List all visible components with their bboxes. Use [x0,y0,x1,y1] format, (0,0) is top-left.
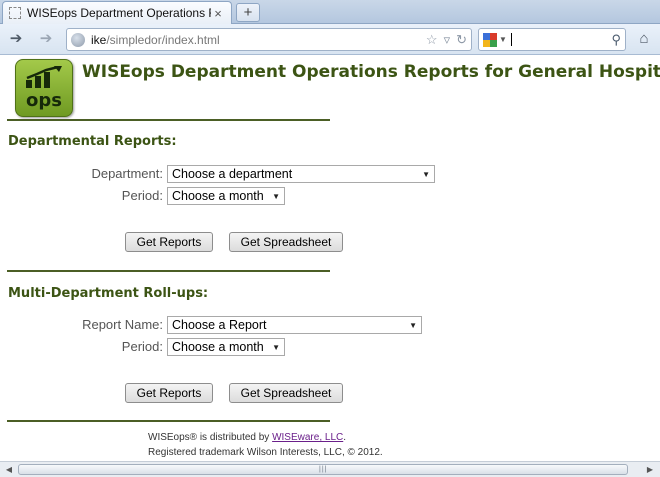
magnifier-icon[interactable]: ⚲ [611,32,621,48]
department-select[interactable]: Choose a department ▼ [167,165,435,183]
tab-close-icon[interactable]: × [211,6,225,21]
period-select-value: Choose a month [172,189,264,203]
new-tab-button[interactable]: + [236,3,260,22]
rollup-get-spreadsheet-button[interactable]: Get Spreadsheet [229,383,343,403]
bookmark-star-icon[interactable]: ☆ [426,32,438,48]
scroll-grip-icon: ||| [319,466,328,473]
scroll-left-icon[interactable]: ◀ [3,464,15,476]
get-spreadsheet-button[interactable]: Get Spreadsheet [229,232,343,252]
scrollbar-thumb[interactable]: ||| [18,464,628,475]
period-select[interactable]: Choose a month ▼ [167,187,285,205]
url-text: ike/simpledor/index.html [91,33,426,47]
wiseops-logo: ops [15,59,73,117]
navigation-toolbar: ➔ ➔ ike/simpledor/index.html ☆ ▿ ↻ ▼ ⚲ ⌂ [0,24,660,55]
divider [7,119,330,121]
chevron-down-icon: ▼ [272,342,280,352]
multi-department-rollups-heading: Multi-Department Roll-ups: [8,286,209,301]
url-path: /simpledor/index.html [106,32,220,47]
reload-icon[interactable]: ↻ [456,32,467,48]
rollup-period-label: Period: [121,339,163,354]
browser-tab[interactable]: WISEops Department Operations Reports × [2,1,232,24]
rollup-period-select[interactable]: Choose a month ▼ [167,338,285,356]
home-icon[interactable]: ⌂ [634,29,654,49]
back-arrow-icon[interactable]: ➔ [6,29,26,49]
footer-suffix: . [343,432,347,443]
tab-title: WISEops Department Operations Reports [27,6,211,20]
department-label: Department: [91,166,163,181]
horizontal-scrollbar[interactable]: ◀ ||| ▶ [0,461,660,477]
rollup-get-reports-button[interactable]: Get Reports [125,383,213,403]
search-engine-dropdown-icon[interactable]: ▼ [499,35,507,44]
rollup-period-select-value: Choose a month [172,340,264,354]
site-identity-icon[interactable] [71,32,85,47]
period-label: Period: [121,188,163,203]
footer-distribution: WISEops® is distributed by WISEware, LLC… [148,432,346,443]
url-host: ike [91,32,107,47]
footer-prefix: WISEops® is distributed by [148,432,273,443]
page-favicon-icon [9,7,21,19]
report-name-select[interactable]: Choose a Report ▼ [167,316,422,334]
tab-strip: WISEops Department Operations Reports × … [0,0,660,24]
wiseware-link[interactable]: WISEware, LLC [272,432,343,443]
address-bar[interactable]: ike/simpledor/index.html ☆ ▿ ↻ [66,28,472,51]
report-name-label: Report Name: [82,317,163,332]
chevron-down-icon: ▼ [422,169,430,179]
divider [7,420,330,422]
footer-trademark: Registered trademark Wilson Interests, L… [148,447,383,458]
chevron-down-icon: ▼ [272,191,280,201]
search-engine-icon[interactable] [483,32,497,47]
forward-arrow-icon[interactable]: ➔ [36,29,56,49]
chevron-down-icon: ▼ [409,320,417,330]
divider [7,270,330,272]
url-dropdown-icon[interactable]: ▿ [444,32,451,48]
scroll-right-icon[interactable]: ▶ [644,464,656,476]
search-caret [510,33,512,46]
page-content: ops WISEops Department Operations Report… [0,56,660,461]
get-reports-button[interactable]: Get Reports [125,232,213,252]
url-actions: ☆ ▿ ↻ [426,32,467,48]
bar-chart-icon [26,66,62,88]
page-title: WISEops Department Operations Reports fo… [82,62,660,82]
departmental-reports-heading: Departmental Reports: [8,134,177,149]
report-name-select-value: Choose a Report [172,318,267,332]
department-select-value: Choose a department [172,167,293,181]
logo-text: ops [26,90,62,111]
search-bar[interactable]: ▼ ⚲ [478,28,626,51]
